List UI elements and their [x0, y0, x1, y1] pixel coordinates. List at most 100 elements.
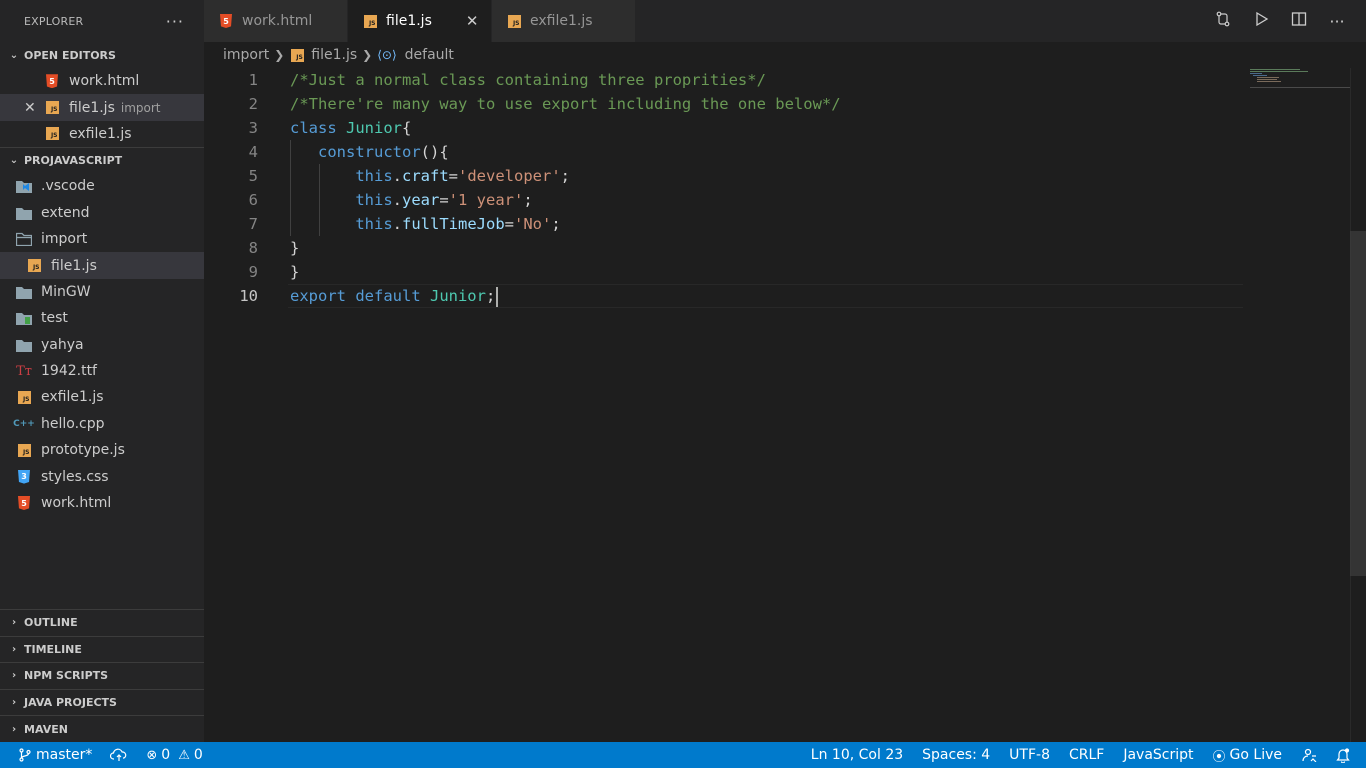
tree-item-1942-ttf[interactable]: Tт 1942.ttf [0, 358, 204, 384]
section-label: NPM SCRIPTS [24, 669, 109, 683]
branch-status[interactable]: master* [18, 747, 92, 763]
code-line[interactable]: 7 this.fullTimeJob='No'; [204, 212, 1244, 236]
tree-item-vscode[interactable]: .vscode [0, 173, 204, 199]
code-text: /*Just a normal class containing three p… [290, 68, 766, 92]
more-actions-icon[interactable]: ··· [166, 12, 184, 31]
end-of-line[interactable]: CRLF [1069, 747, 1104, 763]
tree-item-import[interactable]: import [0, 226, 204, 252]
code-token: 'developer' [458, 167, 561, 185]
go-live-button[interactable]: ⦿ Go Live [1213, 746, 1282, 765]
js-icon: JS [44, 100, 60, 116]
tree-item-label: yahya [41, 336, 84, 353]
code-token: = [504, 215, 514, 233]
java-projects-section[interactable]: › JAVA PROJECTS [0, 688, 204, 716]
outline-section[interactable]: › OUTLINE [0, 609, 204, 636]
code-line[interactable]: 2 /*There're many way to use export inclu… [204, 92, 1244, 116]
chevron-right-icon: › [11, 723, 17, 735]
tree-item-exfile1-js[interactable]: JS exfile1.js [0, 384, 204, 410]
tree-item-work-html[interactable]: 5 work.html [0, 490, 204, 516]
indentation[interactable]: Spaces: 4 [922, 747, 990, 763]
code-token: = [439, 191, 449, 209]
scrollbar-thumb[interactable] [1350, 231, 1366, 576]
js-icon: JS [26, 258, 42, 274]
tree-item-label: 1942.ttf [41, 363, 97, 380]
more-actions-icon[interactable]: ··· [1328, 12, 1346, 31]
open-editor-work-html[interactable]: 5 work.html [0, 68, 204, 94]
tree-item-yahya[interactable]: yahya [0, 332, 204, 358]
code-editor[interactable]: 1 /*Just a normal class containing three … [204, 68, 1350, 742]
code-text: this.craft='developer'; [290, 164, 570, 188]
tree-item-mingw[interactable]: MinGW [0, 279, 204, 305]
editor-tabs: 5 work.html JS file1.js ✕ JS exfile1.js … [204, 0, 1366, 42]
run-icon[interactable] [1252, 11, 1270, 31]
cursor-position[interactable]: Ln 10, Col 23 [811, 747, 903, 763]
sync-icon[interactable] [110, 748, 128, 762]
tree-item-file1-js[interactable]: JS file1.js [0, 252, 204, 279]
split-editor-icon[interactable] [1290, 11, 1308, 31]
code-line[interactable]: 3 class Junior{ [204, 116, 1244, 140]
code-token: this [355, 191, 393, 209]
open-editor-file1-js[interactable]: ✕ JS file1.js import [0, 94, 204, 121]
tree-item-label: exfile1.js [41, 389, 104, 406]
code-line[interactable]: 10 export default Junior; [204, 284, 1244, 308]
feedback-icon[interactable] [1301, 748, 1317, 762]
breadcrumb-folder[interactable]: import [223, 47, 269, 63]
branch-name: master* [36, 747, 93, 763]
chevron-down-icon: ⌄ [9, 49, 19, 61]
close-tab-icon[interactable]: ✕ [466, 12, 479, 30]
chevron-right-icon: › [11, 643, 17, 655]
timeline-section[interactable]: › TIMELINE [0, 635, 204, 663]
breadcrumb: import ❯ JS file1.js ❯ ⟨⊙⟩ default [204, 42, 454, 68]
tab-work-html[interactable]: 5 work.html [204, 0, 348, 42]
js-icon: JS [506, 13, 522, 29]
tree-item-extend[interactable]: extend [0, 200, 204, 226]
encoding[interactable]: UTF-8 [1009, 747, 1050, 763]
breadcrumb-symbol[interactable]: default [405, 47, 454, 63]
folder-icon [16, 337, 32, 353]
line-number: 9 [248, 263, 258, 281]
notifications-bell-icon[interactable] [1336, 747, 1350, 763]
code-token: year [402, 191, 440, 209]
maven-section[interactable]: › MAVEN [0, 715, 204, 742]
tree-item-hello-cpp[interactable]: C++ hello.cpp [0, 411, 204, 437]
code-line[interactable]: 4 constructor(){ [204, 140, 1244, 164]
tab-file1-js[interactable]: JS file1.js ✕ [348, 0, 492, 42]
vscode-folder-icon [16, 178, 32, 194]
tree-item-test[interactable]: test [0, 305, 204, 331]
code-line[interactable]: 1 /*Just a normal class containing three … [204, 68, 1244, 92]
code-text: class Junior{ [290, 116, 411, 140]
tab-label: exfile1.js [530, 13, 593, 29]
tree-item-label: test [41, 310, 68, 327]
line-number: 10 [239, 287, 258, 305]
code-line[interactable]: 5 this.craft='developer'; [204, 164, 1244, 188]
code-line[interactable]: 8} [204, 236, 1244, 260]
code-line[interactable]: 6 this.year='1 year'; [204, 188, 1244, 212]
problems-status[interactable]: ⊗ 0 ⚠ 0 [146, 747, 202, 763]
code-token: ; [485, 287, 496, 305]
line-number: 4 [248, 143, 258, 161]
js-icon: JS [16, 442, 32, 458]
tab-exfile1-js[interactable]: JS exfile1.js [492, 0, 636, 42]
tree-item-label: MinGW [41, 283, 91, 300]
open-editor-exfile1-js[interactable]: JS exfile1.js [0, 121, 204, 147]
html-icon: 5 [16, 495, 32, 511]
tree-item-prototype-js[interactable]: JS prototype.js [0, 437, 204, 463]
project-section[interactable]: ⌄ PROJAVASCRIPT [0, 147, 204, 173]
line-number: 3 [248, 119, 258, 137]
breadcrumb-file[interactable]: file1.js [311, 47, 357, 63]
close-icon[interactable]: ✕ [24, 100, 44, 116]
minimap[interactable] [1250, 68, 1350, 90]
code-token: . [392, 167, 402, 185]
text-cursor [496, 286, 499, 307]
code-text: this.fullTimeJob='No'; [290, 212, 560, 236]
tree-item-styles-css[interactable]: 3 styles.css [0, 463, 204, 489]
code-token: class [290, 119, 346, 137]
open-editors-section[interactable]: ⌄ OPEN EDITORS [0, 42, 204, 68]
project-label: PROJAVASCRIPT [24, 154, 123, 168]
npm-scripts-section[interactable]: › NPM SCRIPTS [0, 662, 204, 689]
code-token: = [448, 167, 459, 185]
code-line[interactable]: 9} [204, 260, 1244, 284]
compare-changes-icon[interactable] [1214, 11, 1232, 31]
language-mode[interactable]: JavaScript [1123, 747, 1193, 763]
